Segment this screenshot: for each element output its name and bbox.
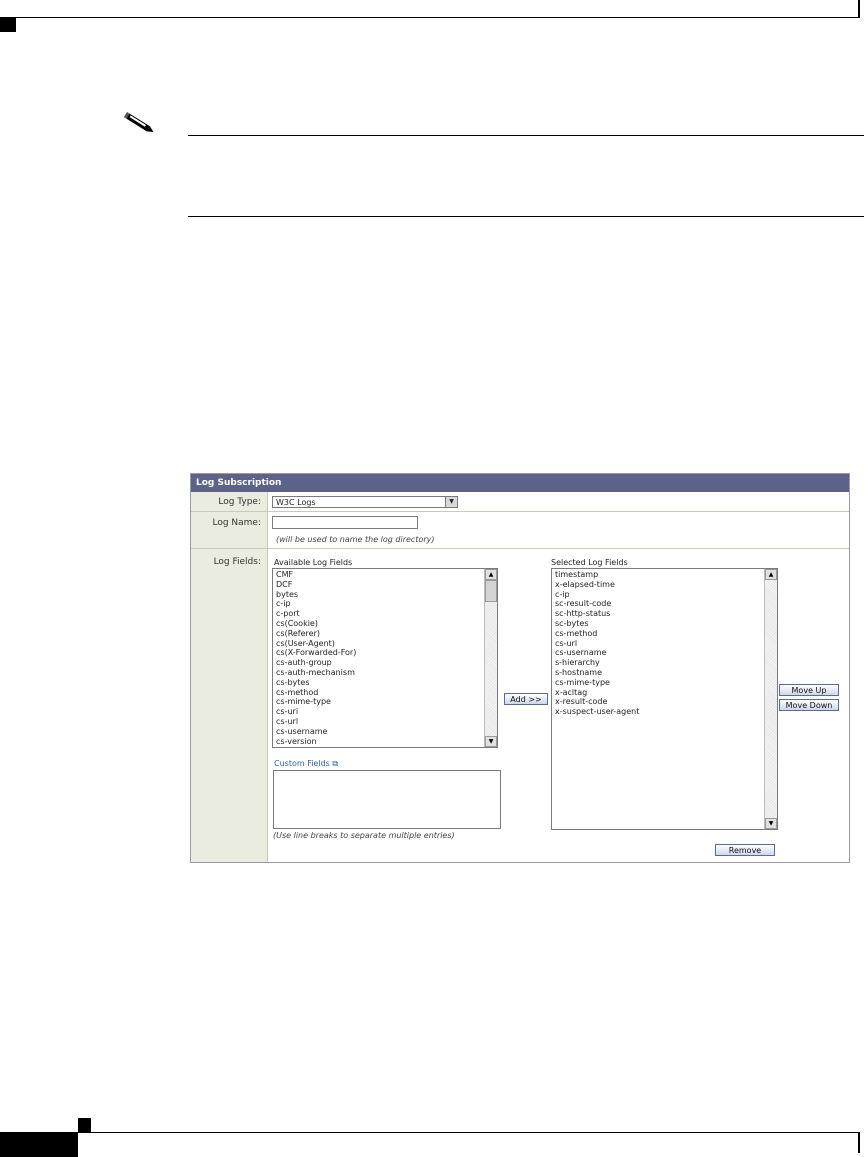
list-item[interactable]: cs-url — [273, 717, 497, 727]
log-name-input[interactable] — [272, 516, 418, 529]
list-item[interactable]: c-ip — [273, 599, 497, 609]
footer-edge-mark — [858, 1133, 860, 1153]
note-rule-bottom — [188, 216, 864, 217]
footer-page-tab — [0, 1133, 78, 1157]
list-item[interactable]: cs(Referer) — [273, 629, 497, 639]
list-item[interactable]: bytes — [273, 590, 497, 600]
list-item[interactable]: sc-http-status — [552, 609, 777, 619]
log-type-label: Log Type: — [218, 497, 261, 507]
list-item[interactable]: cs-method — [273, 688, 497, 698]
list-item[interactable]: cs-mime-type — [552, 678, 777, 688]
list-item[interactable]: x-result-code — [552, 697, 777, 707]
list-item[interactable]: c-port — [273, 609, 497, 619]
list-item[interactable]: cs-username — [552, 648, 777, 658]
log-type-value: W3C Logs — [276, 498, 316, 507]
row-divider — [191, 548, 849, 549]
move-down-button[interactable]: Move Down — [779, 699, 839, 711]
remove-button[interactable]: Remove — [715, 844, 775, 856]
custom-fields-link[interactable]: Custom Fields ⧉ — [274, 759, 338, 769]
header-rule — [0, 17, 860, 18]
available-scrollbar[interactable]: ▲ ▼ — [484, 569, 497, 747]
log-fields-label: Log Fields: — [213, 557, 261, 567]
list-item[interactable]: cs-uri — [273, 707, 497, 717]
list-item[interactable]: sc-bytes — [552, 619, 777, 629]
header-corner-block — [0, 18, 16, 32]
footer-rule — [0, 1132, 860, 1133]
selected-fields-list[interactable]: timestamp x-elapsed-time c-ip sc-result-cod… — [551, 568, 778, 830]
panel-title: Log Subscription — [191, 474, 849, 492]
list-item[interactable]: cs-method — [552, 629, 777, 639]
list-item[interactable]: cs-url — [552, 639, 777, 649]
add-button[interactable]: Add >> — [504, 693, 548, 705]
scroll-up-icon[interactable]: ▲ — [485, 569, 497, 580]
custom-fields-link-label[interactable]: Custom Fields — [274, 759, 330, 768]
list-item[interactable]: timestamp — [552, 570, 777, 580]
list-item[interactable]: x-suspect-user-agent — [552, 707, 777, 717]
scroll-up-icon[interactable]: ▲ — [765, 569, 777, 580]
chevron-down-icon[interactable]: ▼ — [445, 497, 457, 507]
header-edge-mark — [858, 0, 860, 18]
log-type-select[interactable]: W3C Logs ▼ — [272, 496, 458, 508]
external-window-icon: ⧉ — [332, 759, 339, 768]
selected-fields-title: Selected Log Fields — [551, 558, 628, 567]
list-item[interactable]: s-hostname — [552, 668, 777, 678]
log-subscription-panel: Log Subscription Log Type: Log Name: Log… — [190, 473, 850, 863]
log-name-label: Log Name: — [212, 518, 261, 528]
selected-scrollbar[interactable]: ▲ ▼ — [764, 569, 777, 829]
list-item[interactable]: cs-auth-mechanism — [273, 668, 497, 678]
log-name-hint: (will be used to name the log directory) — [276, 535, 435, 544]
list-item[interactable]: cs-bytes — [273, 678, 497, 688]
list-item[interactable]: cs-version — [273, 737, 497, 747]
custom-fields-textarea[interactable] — [273, 770, 501, 829]
footer-marker-block — [78, 1118, 91, 1132]
list-item[interactable]: c-ip — [552, 590, 777, 600]
list-item[interactable]: cs(Cookie) — [273, 619, 497, 629]
list-item[interactable]: cs(User-Agent) — [273, 639, 497, 649]
list-item[interactable]: cs(X-Forwarded-For) — [273, 648, 497, 658]
available-fields-title: Available Log Fields — [274, 558, 353, 567]
list-item[interactable]: x-acltag — [552, 688, 777, 698]
list-item[interactable]: sc-result-code — [552, 599, 777, 609]
note-rule-top — [188, 135, 864, 136]
scroll-down-icon[interactable]: ▼ — [485, 736, 497, 747]
custom-fields-hint: (Use line breaks to separate multiple en… — [273, 831, 455, 840]
list-item[interactable]: s-hierarchy — [552, 658, 777, 668]
scroll-down-icon[interactable]: ▼ — [765, 818, 777, 829]
list-item[interactable]: DCF — [273, 580, 497, 590]
list-item[interactable]: cs-username — [273, 727, 497, 737]
list-item[interactable]: cs-mime-type — [273, 697, 497, 707]
pencil-note-icon — [123, 112, 154, 133]
list-item[interactable]: x-elapsed-time — [552, 580, 777, 590]
list-item[interactable]: CMF — [273, 570, 497, 580]
list-item[interactable]: cs-auth-group — [273, 658, 497, 668]
row-divider — [191, 511, 849, 512]
move-up-button[interactable]: Move Up — [779, 684, 839, 696]
scroll-thumb[interactable] — [485, 580, 497, 602]
available-fields-list[interactable]: CMF DCF bytes c-ip c-port cs(Cookie) cs(Refere… — [272, 568, 498, 748]
